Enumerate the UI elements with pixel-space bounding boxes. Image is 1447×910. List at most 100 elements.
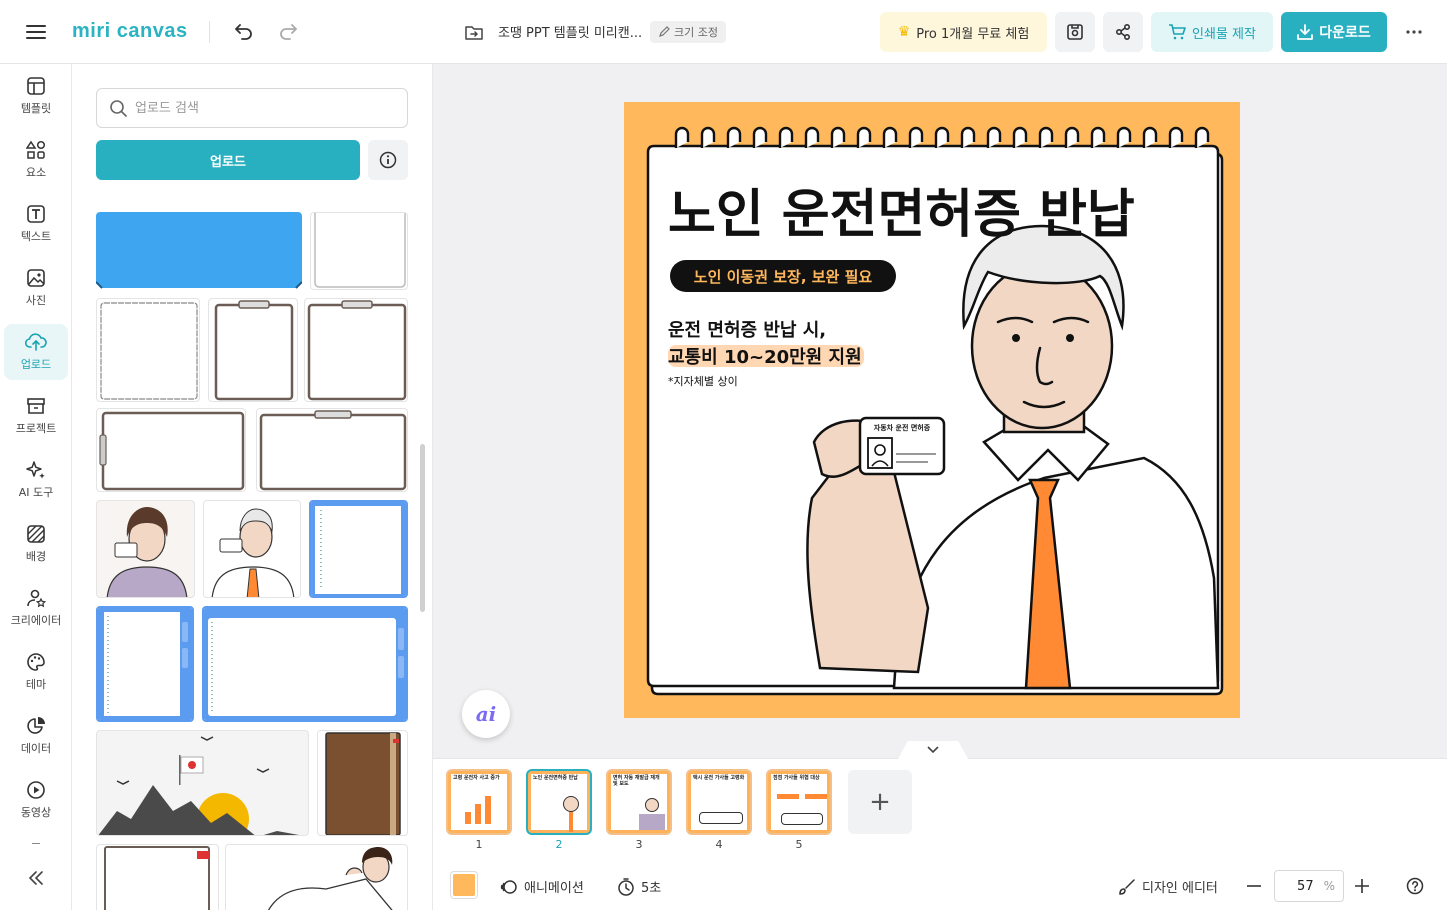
upload-thumb-clipboard-1[interactable]: [208, 298, 298, 402]
app-logo[interactable]: miri canvas: [72, 20, 188, 43]
brush-icon: [1119, 878, 1135, 895]
palette-icon: [27, 653, 45, 671]
nav-elements[interactable]: 요소: [4, 132, 68, 188]
slide-number: 5: [795, 838, 803, 851]
slide-body-line2[interactable]: 교통비 10~20만원 지원: [668, 347, 862, 368]
slide-thumb-face: [645, 798, 659, 812]
slide-thumbnail-2[interactable]: 노인 운전면허증 반납: [526, 769, 592, 835]
upload-thumb-brown-book[interactable]: [317, 730, 408, 836]
slide-thumb-bar: [465, 812, 471, 824]
upload-thumb-grandpa[interactable]: [203, 500, 301, 598]
slide-note[interactable]: *지자체별 상이: [668, 375, 738, 388]
search-input[interactable]: [135, 100, 385, 116]
upload-thumb-binder-blue[interactable]: [96, 606, 194, 722]
animation-icon: [500, 879, 517, 894]
search-icon: [110, 100, 127, 117]
top-bar: miri canvas 조땡 PPT 템플릿 미리캔... 크기 조정 ♛ Pr…: [0, 0, 1447, 64]
upload-thumb-grandma[interactable]: [96, 500, 195, 598]
upload-thumb-notebook-1[interactable]: [96, 408, 246, 492]
nav-template[interactable]: 템플릿: [4, 68, 68, 124]
zoom-in-icon[interactable]: [1350, 874, 1374, 898]
download-button[interactable]: 다운로드: [1281, 12, 1387, 52]
photo-icon: [27, 269, 45, 287]
design-editor-button[interactable]: 디자인 에디터: [1118, 877, 1218, 896]
upload-thumb-notebook-blue[interactable]: [202, 606, 408, 722]
add-slide-button[interactable]: +: [848, 770, 912, 834]
slide-title[interactable]: 노인 운전면허증 반납: [668, 185, 1135, 245]
nav-label: 요소: [25, 166, 47, 179]
nav-more-indicator: [32, 843, 40, 844]
collapse-slides-tab[interactable]: [898, 741, 968, 759]
nav-label: AI 도구: [18, 486, 54, 499]
upload-thumb-white-card[interactable]: [310, 212, 408, 290]
timer-icon: [618, 877, 634, 896]
slide-thumb-page: 면허 자동 재발급 재개 및 보도: [611, 774, 667, 830]
slide-canvas[interactable]: 노인 운전면허증 반납 노인 이동권 보장, 보완 필요 운전 면허증 반납 시…: [624, 102, 1240, 718]
resize-button[interactable]: 크기 조정: [650, 21, 726, 43]
upload-thumb-clipboard-2[interactable]: [304, 298, 408, 402]
nav-photo[interactable]: 사진: [4, 260, 68, 316]
slide-thumb-taxi: [699, 812, 743, 824]
nav-background[interactable]: 배경: [4, 516, 68, 572]
license-card-label: 자동차 운전 면허증: [874, 423, 931, 432]
plus-icon: +: [869, 787, 891, 817]
print-order-button[interactable]: 인쇄물 제작: [1151, 12, 1273, 52]
download-icon: [1297, 24, 1314, 40]
upload-thumb-sunrise-mountain[interactable]: [96, 730, 309, 836]
panel-scrollbar[interactable]: [420, 444, 425, 612]
nav-text[interactable]: 텍스트: [4, 196, 68, 252]
slide-thumb-page: 택시 운전 가사들 고령화: [691, 774, 747, 830]
nav-label: 데이터: [20, 742, 52, 755]
info-button[interactable]: [368, 140, 408, 180]
upload-thumb-frame-1[interactable]: [96, 298, 200, 402]
duration-button[interactable]: 5초: [617, 877, 661, 896]
collapse-panel-icon[interactable]: [24, 866, 48, 890]
menu-icon[interactable]: [22, 20, 50, 44]
slide-pill[interactable]: 노인 이동권 보장, 보완 필요: [694, 268, 873, 286]
upload-thumb-spiral-blue[interactable]: [309, 500, 408, 598]
crown-icon: ♛: [897, 24, 911, 40]
slide-thumb-taxi: [781, 813, 823, 825]
upload-thumb-woman-relax[interactable]: [225, 844, 408, 910]
animation-button[interactable]: 애니메이션: [500, 877, 584, 896]
background-icon: [27, 525, 45, 543]
nav-video[interactable]: 동영상: [4, 772, 68, 828]
slide-thumbnail-1[interactable]: 고령 운전자 사고 증가: [446, 769, 512, 835]
nav-label: 배경: [25, 550, 47, 563]
zoom-out-icon[interactable]: [1242, 874, 1266, 898]
document-title[interactable]: 조땡 PPT 템플릿 미리캔...: [498, 22, 642, 41]
help-icon[interactable]: [1403, 874, 1427, 898]
page-color-button[interactable]: [450, 871, 478, 899]
nav-creator[interactable]: 크리에이터: [4, 580, 68, 636]
upload-button[interactable]: 업로드: [96, 140, 360, 180]
slide-thumbnail-3[interactable]: 면허 자동 재발급 재개 및 보도: [606, 769, 672, 835]
nav-data[interactable]: 데이터: [4, 708, 68, 764]
slide-thumb-bar: [485, 796, 491, 824]
upload-thumb-book-open[interactable]: [96, 844, 219, 910]
search-box[interactable]: [96, 88, 408, 128]
move-folder-icon[interactable]: [462, 21, 486, 43]
slide-thumbnail-4[interactable]: 택시 운전 가사들 고령화: [686, 769, 752, 835]
more-options-icon[interactable]: [1400, 20, 1428, 44]
ai-assistant-button[interactable]: ai: [462, 690, 510, 738]
undo-icon[interactable]: [230, 18, 258, 46]
nav-theme[interactable]: 테마: [4, 644, 68, 700]
slide-thumb-page: 고령 운전자 사고 증가: [451, 774, 507, 830]
nav-upload[interactable]: 업로드: [4, 324, 68, 380]
nav-project[interactable]: 프로젝트: [4, 388, 68, 444]
share-button[interactable]: [1103, 12, 1143, 52]
resize-label: 크기 조정: [674, 26, 718, 39]
slide-number: 1: [475, 838, 483, 851]
design-editor-label: 디자인 에디터: [1142, 881, 1218, 896]
zoom-input[interactable]: 57 %: [1274, 870, 1344, 902]
slide-thumbnail-5[interactable]: 점점 가사들 위협 대상: [766, 769, 832, 835]
slide-thumb-page: 점점 가사들 위협 대상: [771, 774, 827, 830]
nav-ai-tools[interactable]: AI 도구: [4, 452, 68, 508]
redo-icon[interactable]: [274, 18, 302, 46]
slide-body-line1[interactable]: 운전 면허증 반납 시,: [668, 320, 826, 341]
upload-thumb-notebook-2[interactable]: [256, 408, 408, 492]
save-button[interactable]: [1055, 12, 1095, 52]
slide-thumb-tag: [805, 794, 827, 799]
pro-trial-button[interactable]: ♛ Pro 1개월 무료 체험: [880, 12, 1047, 52]
upload-thumb-blue-paper[interactable]: [96, 212, 302, 290]
